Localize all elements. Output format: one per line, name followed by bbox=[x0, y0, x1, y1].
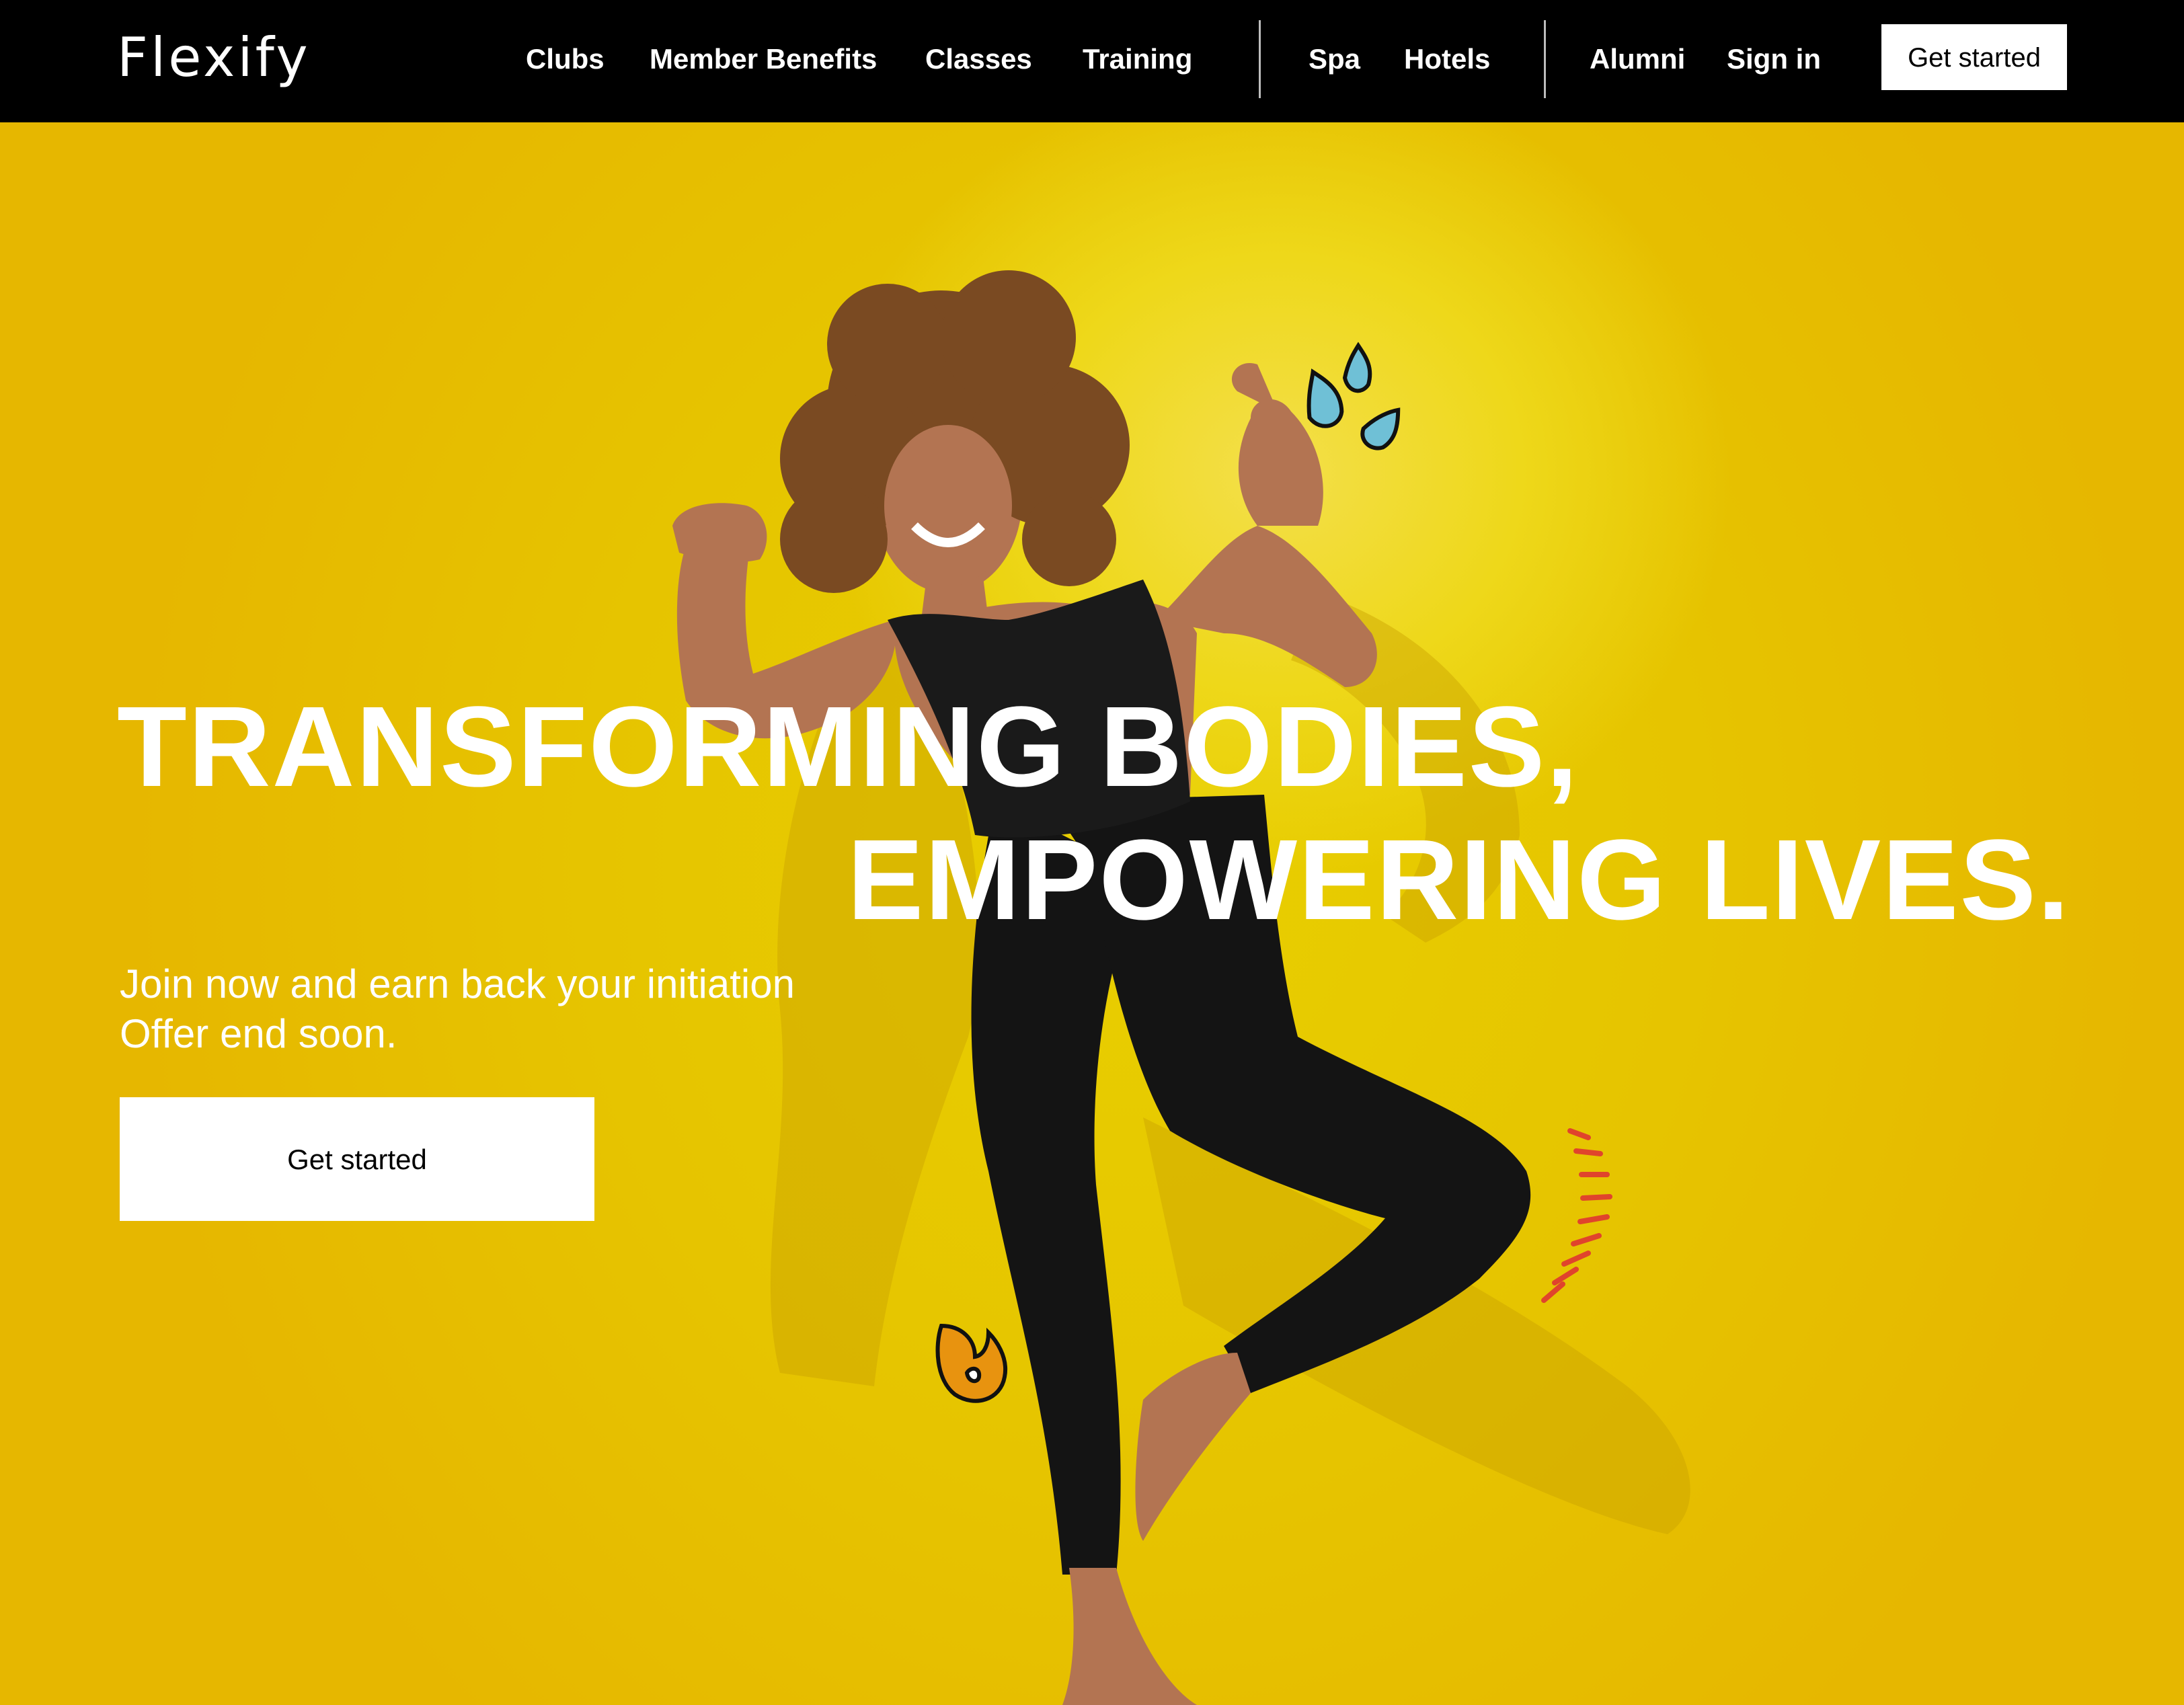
nav-link-clubs[interactable]: Clubs bbox=[526, 39, 604, 79]
hero-get-started-button[interactable]: Get started bbox=[120, 1097, 594, 1221]
header-get-started-button[interactable]: Get started bbox=[1881, 24, 2067, 90]
nav-link-hotels[interactable]: Hotels bbox=[1404, 39, 1490, 79]
nav-link-sign-in[interactable]: Sign in bbox=[1727, 39, 1821, 79]
nav-divider bbox=[1259, 20, 1261, 98]
hero-headline-line-1: TRANSFORMING BODIES, bbox=[117, 682, 1580, 811]
nav-link-training[interactable]: Training bbox=[1083, 39, 1192, 79]
hero-subtext-line-2: Offer end soon. bbox=[120, 1011, 397, 1056]
hero-subtext-line-1: Join now and earn back your initiation bbox=[120, 961, 795, 1006]
hero-headline-line-2: EMPOWERING LIVES. bbox=[847, 816, 2071, 944]
nav-link-classes[interactable]: Classes bbox=[925, 39, 1032, 79]
nav-divider bbox=[1544, 20, 1546, 98]
top-navigation-bar: Flexify Clubs Member Benefits Classes Tr… bbox=[0, 0, 2184, 122]
hero-section: TRANSFORMING BODIES, EMPOWERING LIVES. J… bbox=[0, 122, 2184, 1705]
flexify-logo[interactable]: Flexify bbox=[117, 24, 311, 91]
nav-link-spa[interactable]: Spa bbox=[1309, 39, 1360, 79]
flame-icon bbox=[935, 1323, 1008, 1403]
sweat-drops-icon bbox=[1306, 342, 1401, 450]
nav-link-member-benefits[interactable]: Member Benefits bbox=[650, 39, 877, 79]
face bbox=[884, 425, 1012, 586]
nav-link-alumni[interactable]: Alumni bbox=[1590, 39, 1685, 79]
motion-lines-icon bbox=[1541, 1128, 1612, 1303]
